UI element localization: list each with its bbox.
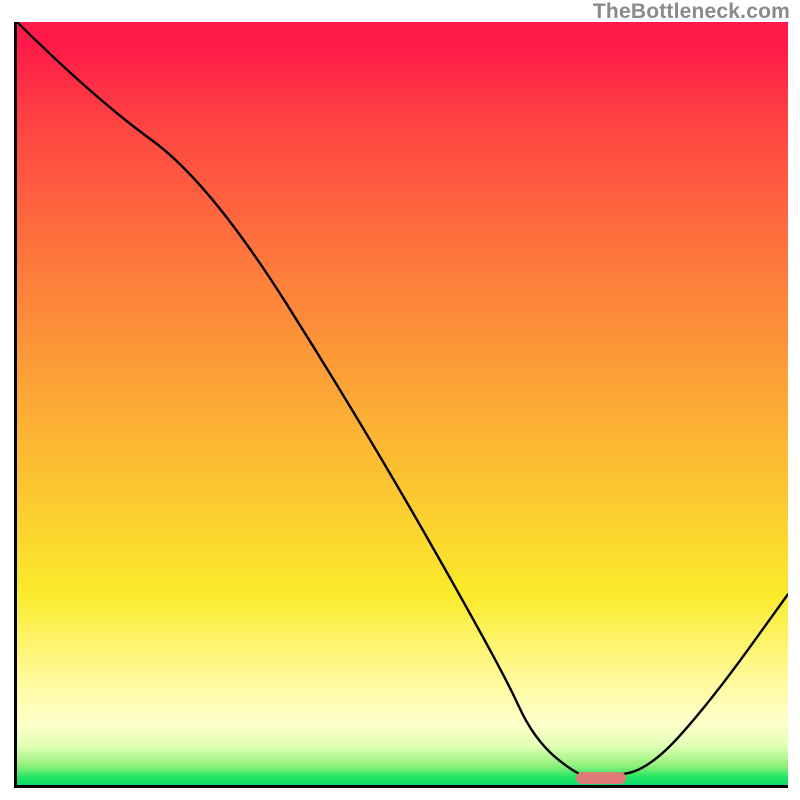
curve-layer (17, 22, 788, 785)
plot-area (14, 22, 788, 788)
optimum-marker (576, 772, 626, 784)
watermark-text: TheBottleneck.com (593, 0, 790, 24)
bottleneck-curve (17, 22, 788, 777)
chart-container: TheBottleneck.com (0, 0, 800, 800)
